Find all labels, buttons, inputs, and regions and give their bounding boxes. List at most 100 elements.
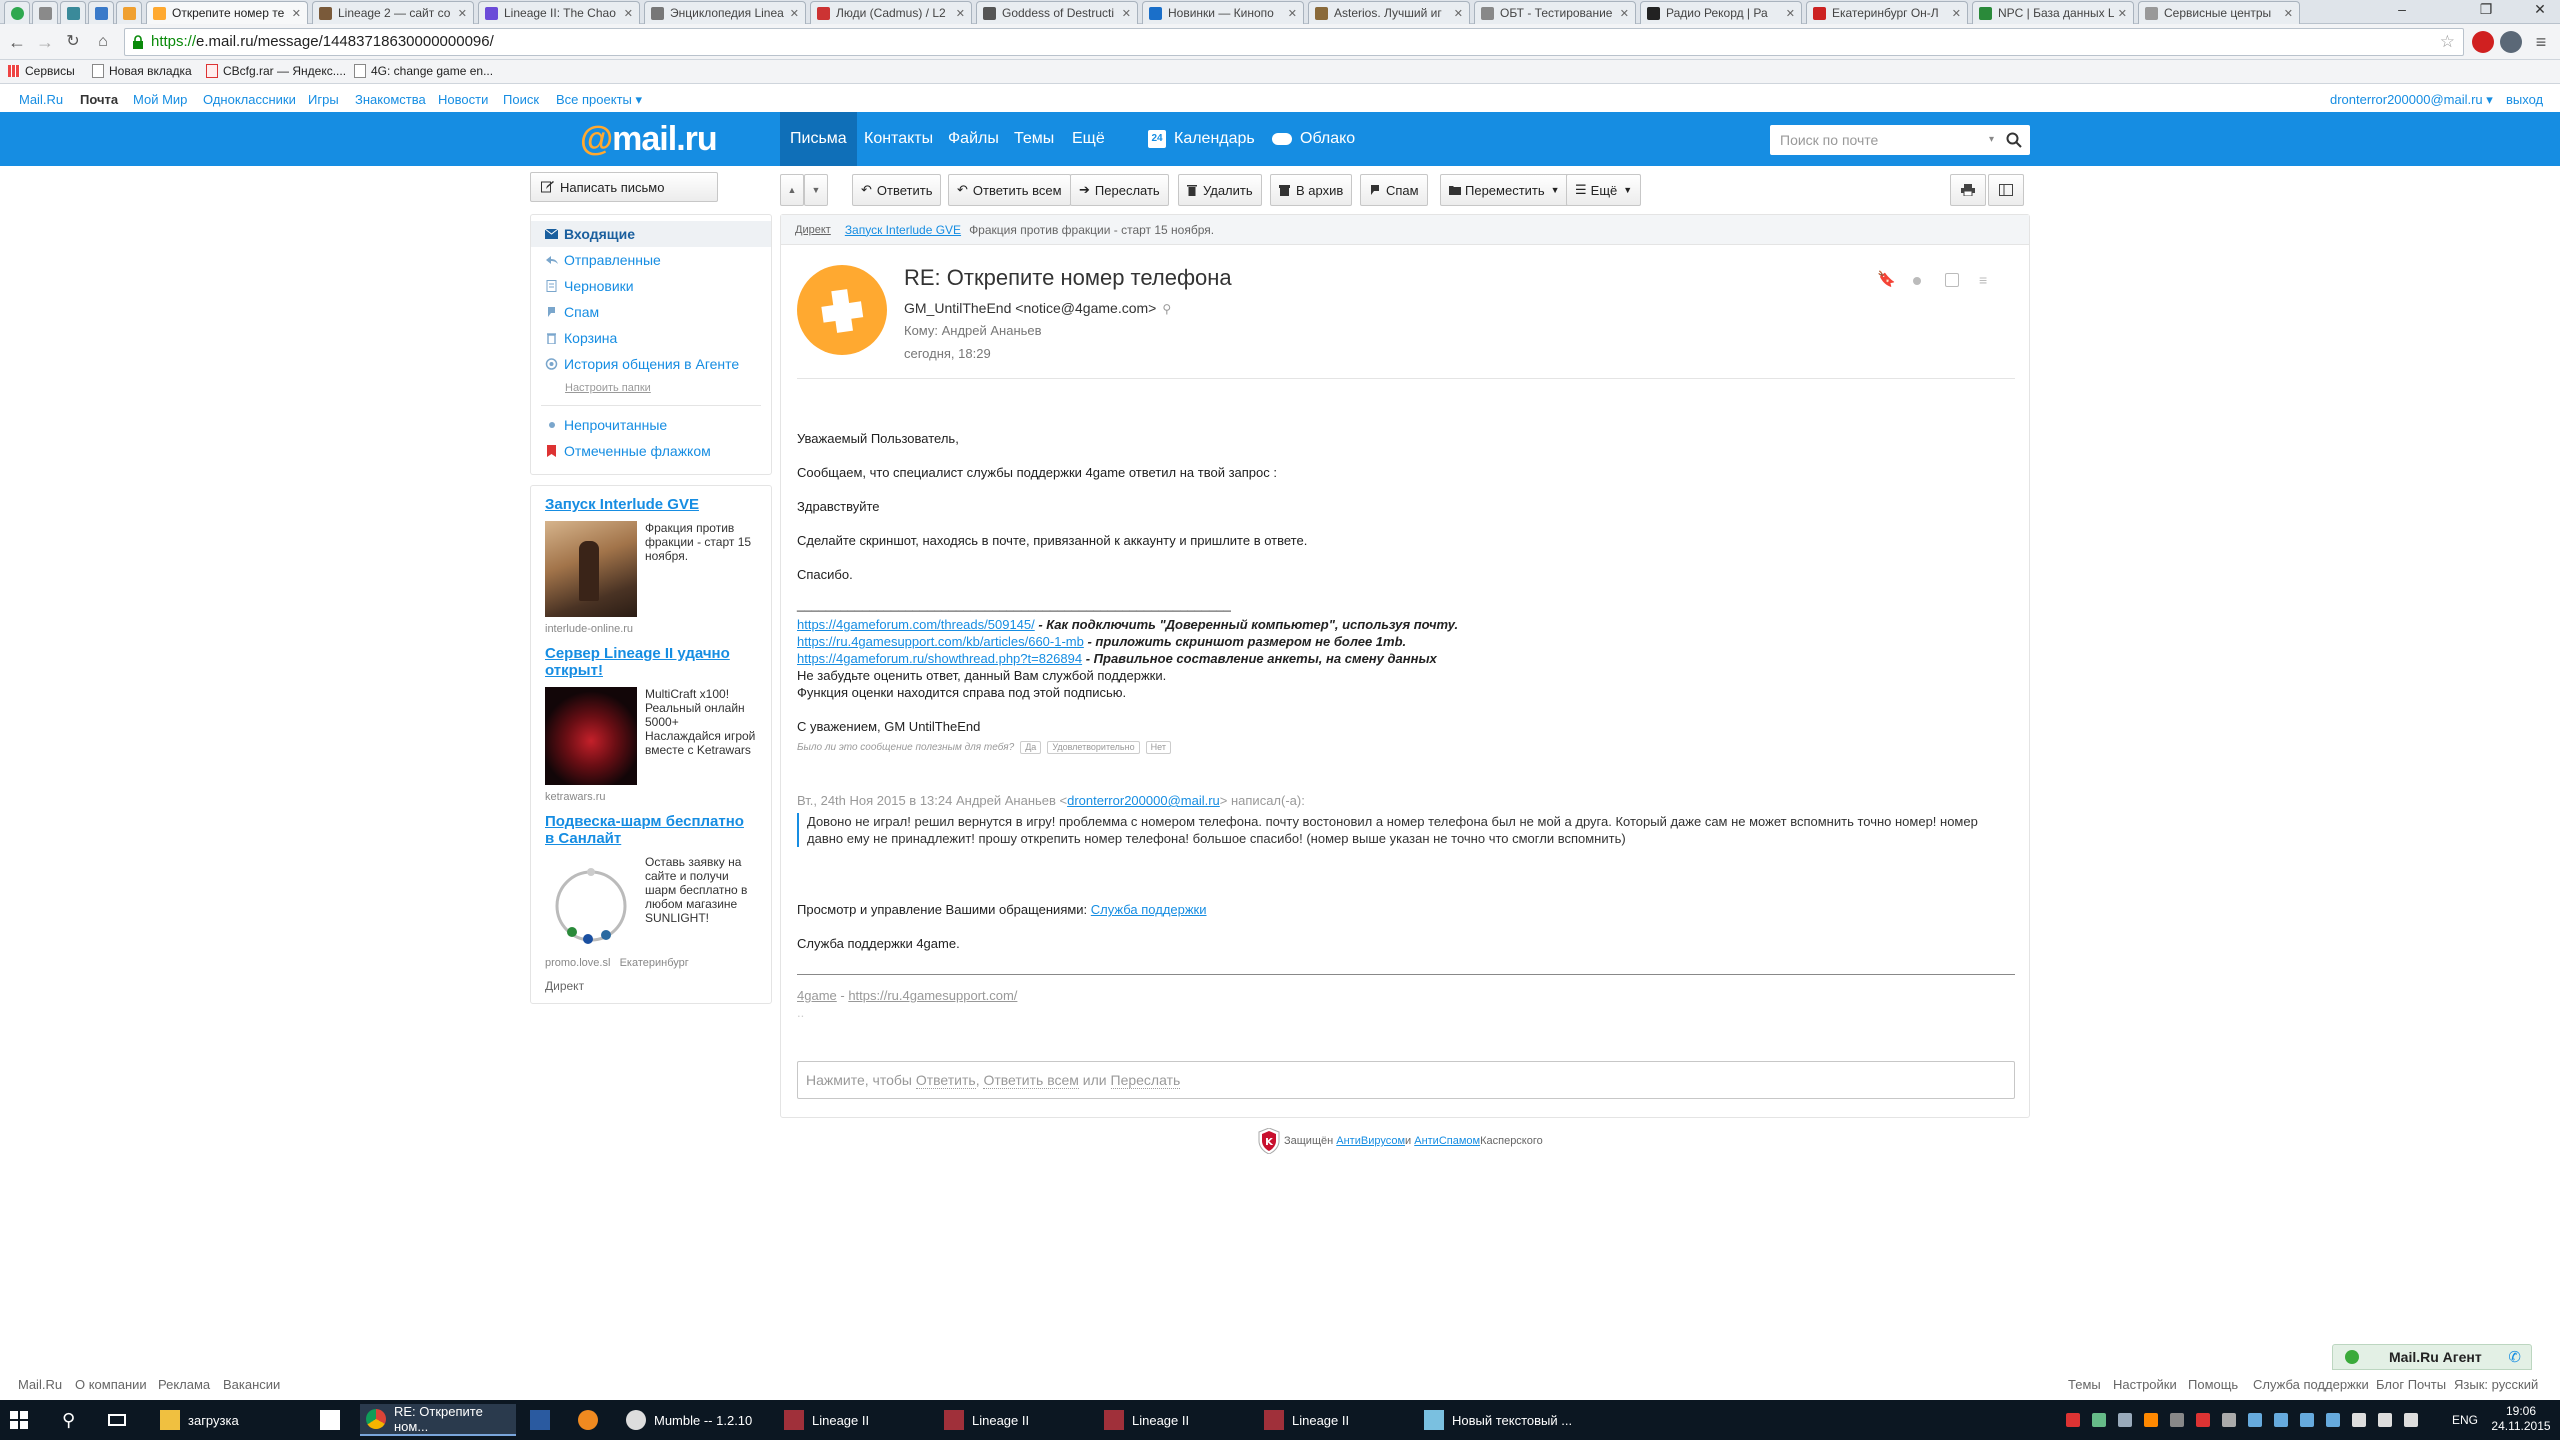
- close-tab-icon[interactable]: ✕: [1450, 7, 1463, 20]
- tray-icon[interactable]: [2248, 1413, 2262, 1427]
- forward-icon[interactable]: →: [34, 31, 56, 53]
- quick-reply-all-link[interactable]: Ответить всем: [983, 1072, 1079, 1089]
- help-link[interactable]: https://4gameforum.com/threads/509145/: [797, 617, 1035, 632]
- tray-icon[interactable]: [2144, 1413, 2158, 1427]
- close-tab-icon[interactable]: ✕: [454, 7, 467, 20]
- tray-icon[interactable]: [2352, 1413, 2366, 1427]
- pinned-tab[interactable]: [32, 1, 58, 24]
- tray-icon[interactable]: [2066, 1413, 2080, 1427]
- bookmark-item[interactable]: 4G: change game en...: [354, 64, 493, 78]
- home-icon[interactable]: ⌂: [92, 31, 114, 53]
- phone-icon[interactable]: ✆: [2508, 1348, 2521, 1366]
- tray-icon[interactable]: [2300, 1413, 2314, 1427]
- tray-icon[interactable]: [2170, 1413, 2184, 1427]
- tray-icon[interactable]: [2196, 1413, 2210, 1427]
- close-tab-icon[interactable]: ✕: [1782, 7, 1795, 20]
- close-tab-icon[interactable]: ✕: [2280, 7, 2293, 20]
- footer-link-settings[interactable]: Настройки: [2113, 1377, 2177, 1392]
- tray-icon[interactable]: [2118, 1413, 2132, 1427]
- next-message-button[interactable]: ▼: [804, 174, 828, 206]
- bookmark-icon[interactable]: 🔖: [1877, 272, 1896, 287]
- prev-message-button[interactable]: ▲: [780, 174, 804, 206]
- browser-tab[interactable]: Энциклопедия Linea ✕: [644, 1, 806, 24]
- clock[interactable]: 19:06 24.11.2015: [2486, 1404, 2556, 1434]
- support-link[interactable]: Служба поддержки: [1091, 902, 1207, 917]
- close-tab-icon[interactable]: ✕: [1616, 7, 1629, 20]
- folder-sent[interactable]: Отправленные: [531, 247, 771, 273]
- taskbar-item-app[interactable]: [524, 1404, 564, 1436]
- calendar-link[interactable]: 24 Календарь: [1138, 112, 1265, 166]
- ad-image[interactable]: [545, 855, 637, 951]
- tray-icon[interactable]: [2378, 1413, 2392, 1427]
- reload-icon[interactable]: ↻: [62, 31, 84, 53]
- taskbar-item-explorer[interactable]: загрузка: [154, 1404, 310, 1436]
- taskbar-item-lineage[interactable]: Lineage II: [938, 1404, 1090, 1436]
- taskbar-item-notepad[interactable]: Новый текстовый ...: [1418, 1404, 1580, 1436]
- setup-folders-link[interactable]: Настроить папки: [531, 377, 771, 399]
- archive-button[interactable]: В архив: [1270, 174, 1353, 206]
- close-window-button[interactable]: ✕: [2524, 0, 2556, 20]
- close-tab-icon[interactable]: ✕: [620, 7, 633, 20]
- tray-icon[interactable]: [2092, 1413, 2106, 1427]
- browser-tab[interactable]: Люди (Cadmus) / L2 ✕: [810, 1, 972, 24]
- nav-my-world[interactable]: Мой Мир: [133, 92, 187, 107]
- nav-search[interactable]: Поиск: [503, 92, 539, 107]
- ad-title[interactable]: Сервер Lineage II удачно открыт!: [545, 645, 757, 679]
- bookmark-item[interactable]: CBcfg.rar — Яндекс....: [206, 64, 346, 78]
- tab-contacts[interactable]: Контакты: [854, 112, 943, 166]
- ad-title[interactable]: Подвеска-шарм бесплатно в Санлайт: [545, 813, 757, 847]
- footer-link-ads[interactable]: Реклама: [158, 1377, 210, 1392]
- filter-unread[interactable]: Непрочитанные: [531, 412, 771, 438]
- user-email-menu[interactable]: dronterror200000@mail.ru ▾: [2330, 92, 2493, 108]
- filter-flagged[interactable]: Отмеченные флажком: [531, 438, 771, 464]
- ad-direct-link[interactable]: Директ: [795, 224, 831, 236]
- browser-tab[interactable]: Goddess of Destructi ✕: [976, 1, 1138, 24]
- mail-search-input[interactable]: Поиск по почте ▾: [1770, 125, 2030, 155]
- close-tab-icon[interactable]: ✕: [1948, 7, 1961, 20]
- tab-files[interactable]: Файлы: [938, 112, 1009, 166]
- help-link[interactable]: https://ru.4gamesupport.com/kb/articles/…: [797, 634, 1084, 649]
- tray-icon[interactable]: [2404, 1413, 2418, 1427]
- spam-button[interactable]: Спам: [1360, 174, 1428, 206]
- helpful-ok-button[interactable]: Удовлетворительно: [1047, 741, 1140, 754]
- delete-button[interactable]: Удалить: [1178, 174, 1262, 206]
- helpful-yes-button[interactable]: Да: [1020, 741, 1042, 754]
- close-tab-icon[interactable]: ✕: [786, 7, 799, 20]
- maximize-button[interactable]: ❐: [2470, 0, 2502, 20]
- quote-email-link[interactable]: dronterror200000@mail.ru: [1067, 793, 1220, 808]
- folder-trash[interactable]: Корзина: [531, 325, 771, 351]
- print-button[interactable]: [1950, 174, 1986, 206]
- move-button[interactable]: Переместить ▼: [1440, 174, 1569, 206]
- browser-tab[interactable]: ОБТ - Тестирование ✕: [1474, 1, 1636, 24]
- taskbar-item-lineage[interactable]: Lineage II: [1098, 1404, 1250, 1436]
- ad-source[interactable]: ketrawars.ru: [545, 791, 757, 803]
- footer-link-themes[interactable]: Темы: [2068, 1377, 2101, 1392]
- pinned-tab[interactable]: [4, 1, 30, 24]
- folder-spam[interactable]: Спам: [531, 299, 771, 325]
- message-from[interactable]: GM_UntilTheEnd <notice@4game.com> ⚲: [904, 300, 1171, 316]
- helpful-no-button[interactable]: Нет: [1145, 741, 1171, 754]
- quick-forward-link[interactable]: Переслать: [1110, 1072, 1181, 1089]
- search-sender-icon[interactable]: ⚲: [1162, 302, 1171, 316]
- footer-link-blog[interactable]: Блог Почты: [2376, 1377, 2446, 1392]
- folder-agent-history[interactable]: История общения в Агенте: [531, 351, 771, 377]
- tray-icon[interactable]: [2274, 1413, 2288, 1427]
- nav-mailru[interactable]: Mail.Ru: [19, 92, 63, 107]
- ad-source-domain[interactable]: promo.love.sl: [545, 957, 610, 969]
- bookmark-apps[interactable]: Сервисы: [8, 64, 75, 78]
- pinned-tab[interactable]: [88, 1, 114, 24]
- message-menu-icon[interactable]: ≡: [1979, 273, 1993, 287]
- nav-games[interactable]: Игры: [308, 92, 339, 107]
- nav-all-projects[interactable]: Все проекты ▾: [556, 92, 642, 108]
- task-view-icon[interactable]: [108, 1404, 126, 1436]
- quick-reply-link[interactable]: Ответить: [915, 1072, 976, 1089]
- cloud-link[interactable]: Облако: [1262, 112, 1365, 166]
- unread-toggle-icon[interactable]: [1913, 277, 1921, 285]
- mailru-agent-bar[interactable]: Mail.Ru Агент ✆: [2332, 1344, 2532, 1370]
- reply-all-button[interactable]: ↶ Ответить всем: [948, 174, 1071, 206]
- footer-link-help[interactable]: Помощь: [2188, 1377, 2238, 1392]
- close-tab-icon[interactable]: ✕: [952, 7, 965, 20]
- tab-more[interactable]: Ещё: [1062, 112, 1115, 166]
- forward-button[interactable]: ➔ Переслать: [1070, 174, 1169, 206]
- nav-news[interactable]: Новости: [438, 92, 488, 107]
